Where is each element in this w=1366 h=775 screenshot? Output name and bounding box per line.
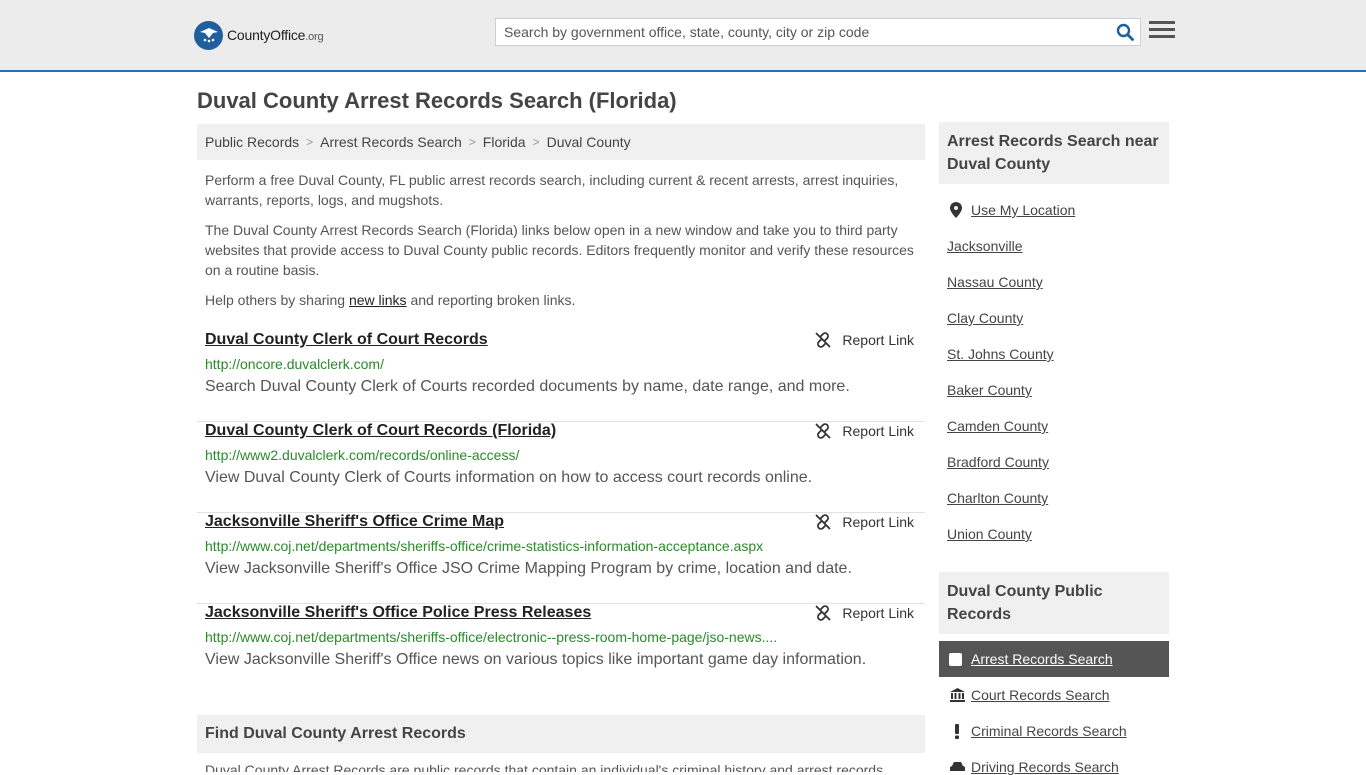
- broken-link-icon: [816, 423, 831, 439]
- find-arrest-records-heading: Find Duval County Arrest Records: [197, 715, 925, 753]
- sidebar-item-arrest-records-search[interactable]: Arrest Records Search: [939, 641, 1169, 677]
- result-url: http://www.coj.net/departments/sheriffs-…: [205, 629, 778, 645]
- breadcrumb-duval-county[interactable]: Duval County: [547, 134, 631, 150]
- search-input[interactable]: [496, 19, 1110, 45]
- result-item: Jacksonville Sheriff's Office Crime Map …: [197, 513, 925, 604]
- logo-text: CountyOffice.org: [227, 27, 324, 43]
- report-link-label: Report Link: [842, 332, 914, 348]
- sidebar-nearby-union-county[interactable]: Union County: [947, 526, 1032, 542]
- sidebar-item-driving-records-search[interactable]: Driving Records Search: [971, 759, 1119, 775]
- sidebar-public-records-heading: Duval County Public Records: [939, 572, 1169, 634]
- new-links-link[interactable]: new links: [349, 292, 407, 308]
- result-title-link[interactable]: Jacksonville Sheriff's Office Crime Map: [205, 513, 504, 531]
- result-title-link[interactable]: Duval County Clerk of Court Records: [205, 331, 488, 349]
- intro-paragraph-2: The Duval County Arrest Records Search (…: [205, 222, 914, 278]
- result-description: View Jacksonville Sheriff's Office JSO C…: [205, 560, 852, 577]
- intro-paragraph-1: Perform a free Duval County, FL public a…: [205, 172, 899, 208]
- report-link-button[interactable]: Report Link: [815, 332, 914, 348]
- broken-link-icon: [816, 514, 831, 530]
- report-link-button[interactable]: Report Link: [815, 423, 914, 439]
- result-url: http://www.coj.net/departments/sheriffs-…: [205, 538, 764, 554]
- breadcrumb-separator-icon: >: [468, 135, 476, 149]
- square-icon: [949, 652, 962, 666]
- use-my-location-link[interactable]: Use My Location: [971, 202, 1075, 218]
- exclamation-icon: [949, 723, 965, 739]
- intro-paragraph-3: Help others by sharing new links and rep…: [205, 292, 576, 308]
- sidebar-nearby-nassau-county[interactable]: Nassau County: [947, 274, 1043, 290]
- logo-eagle-icon: [194, 20, 223, 50]
- broken-link-icon: [816, 332, 831, 348]
- page-title: Duval County Arrest Records Search (Flor…: [197, 88, 677, 113]
- courthouse-icon: [949, 687, 965, 703]
- breadcrumb-florida[interactable]: Florida: [483, 134, 526, 150]
- hamburger-menu-icon[interactable]: [1149, 18, 1175, 44]
- result-item: Jacksonville Sheriff's Office Police Pre…: [197, 604, 925, 695]
- sidebar-nearby-baker-county[interactable]: Baker County: [947, 382, 1032, 398]
- find-arrest-records-text: Duval County Arrest Records are public r…: [205, 762, 884, 772]
- top-bar: CountyOffice.org: [0, 0, 1366, 72]
- sidebar-nearby-camden-county[interactable]: Camden County: [947, 418, 1048, 434]
- result-url: http://oncore.duvalclerk.com/: [205, 356, 384, 372]
- search-button[interactable]: [1110, 19, 1140, 45]
- sidebar-item-criminal-records-search[interactable]: Criminal Records Search: [971, 723, 1127, 739]
- result-title-link[interactable]: Duval County Clerk of Court Records (Flo…: [205, 422, 556, 440]
- result-description: View Jacksonville Sheriff's Office news …: [205, 651, 867, 668]
- breadcrumb: Public Records > Arrest Records Search >…: [197, 124, 925, 160]
- search-icon: [1116, 23, 1134, 41]
- result-title-link[interactable]: Jacksonville Sheriff's Office Police Pre…: [205, 604, 591, 622]
- report-link-label: Report Link: [842, 514, 914, 530]
- result-url: http://www2.duvalclerk.com/records/onlin…: [205, 447, 520, 463]
- result-item: Duval County Clerk of Court Records Repo…: [197, 331, 925, 422]
- sidebar-item-label: Arrest Records Search: [971, 651, 1113, 667]
- broken-link-icon: [816, 605, 831, 621]
- search-box: [495, 18, 1141, 46]
- sidebar-nearby-clay-county[interactable]: Clay County: [947, 310, 1023, 326]
- sidebar-nearby-charlton-county[interactable]: Charlton County: [947, 490, 1048, 506]
- report-link-button[interactable]: Report Link: [815, 514, 914, 530]
- car-icon: [949, 759, 965, 775]
- sidebar-nearby-st-johns-county[interactable]: St. Johns County: [947, 346, 1054, 362]
- sidebar-nearby-bradford-county[interactable]: Bradford County: [947, 454, 1049, 470]
- report-link-label: Report Link: [842, 605, 914, 621]
- map-pin-icon: [948, 202, 964, 218]
- site-logo[interactable]: CountyOffice.org: [194, 20, 324, 50]
- result-description: View Duval County Clerk of Courts inform…: [205, 469, 813, 486]
- report-link-label: Report Link: [842, 423, 914, 439]
- result-description: Search Duval County Clerk of Courts reco…: [205, 378, 850, 395]
- sidebar-nearby-heading: Arrest Records Search near Duval County: [939, 122, 1169, 184]
- sidebar-nearby-jacksonville[interactable]: Jacksonville: [947, 238, 1022, 254]
- sidebar-item-court-records-search[interactable]: Court Records Search: [971, 687, 1110, 703]
- breadcrumb-separator-icon: >: [306, 135, 314, 149]
- result-item: Duval County Clerk of Court Records (Flo…: [197, 422, 925, 513]
- report-link-button[interactable]: Report Link: [815, 605, 914, 621]
- breadcrumb-separator-icon: >: [532, 135, 540, 149]
- breadcrumb-public-records[interactable]: Public Records: [205, 134, 299, 150]
- breadcrumb-arrest-records-search[interactable]: Arrest Records Search: [320, 134, 462, 150]
